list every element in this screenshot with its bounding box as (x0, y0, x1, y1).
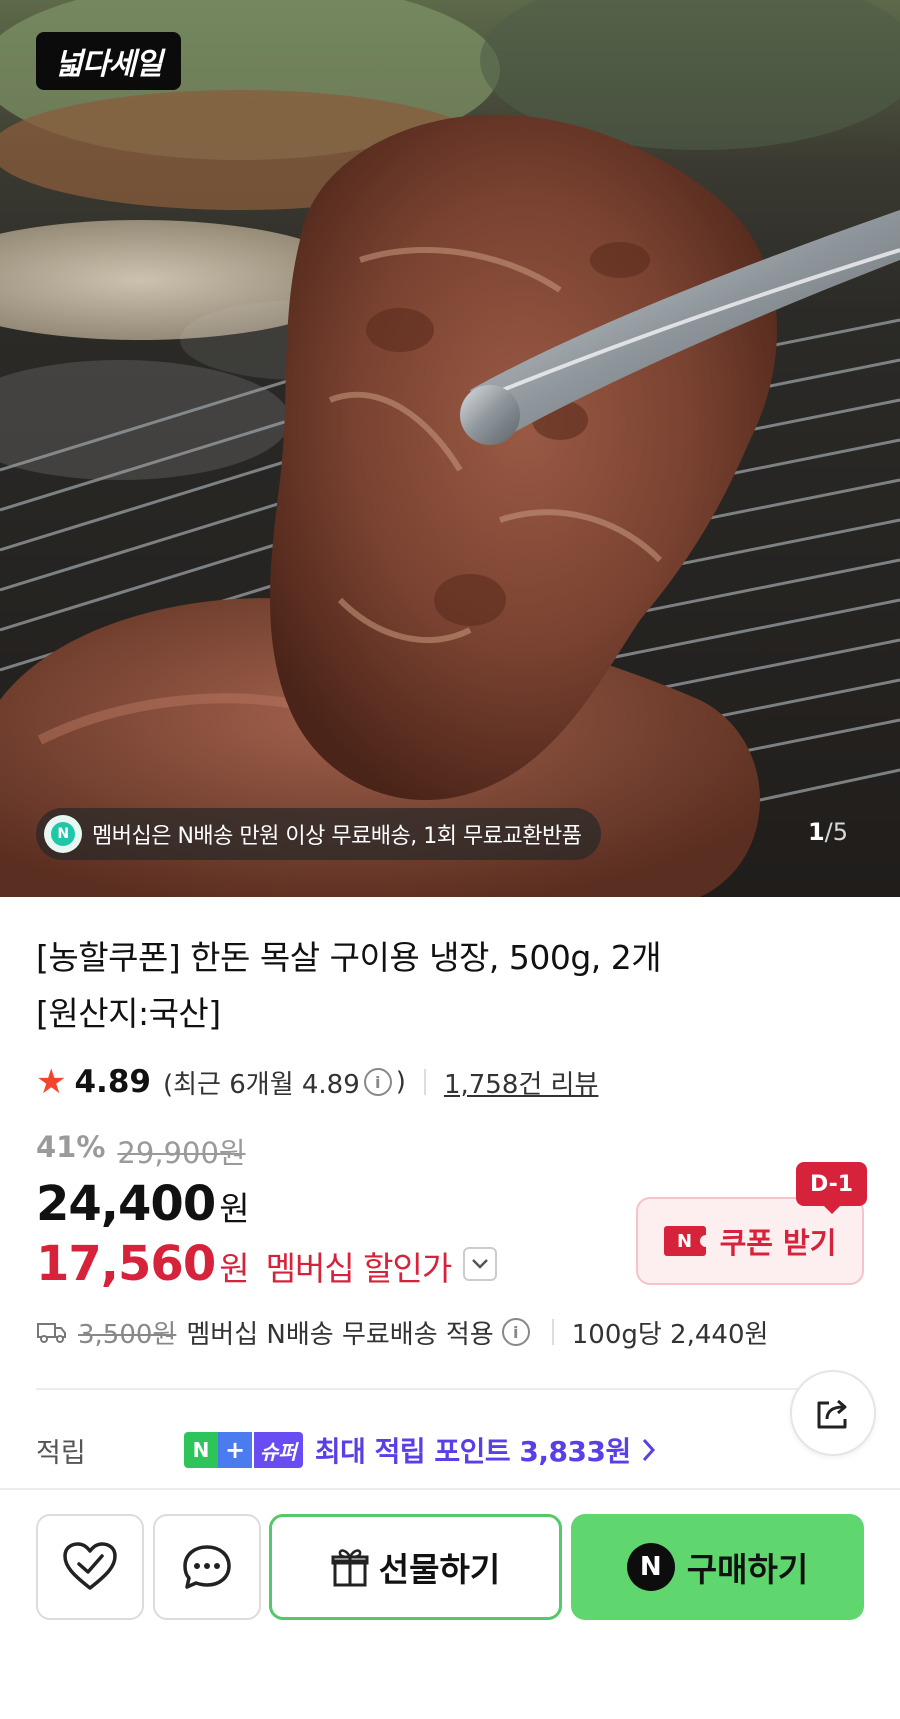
chevron-down-icon[interactable] (463, 1247, 498, 1281)
naver-n-icon: N (44, 815, 82, 853)
wishlist-button[interactable] (36, 1514, 144, 1620)
promo-text: 멤버십은 N배송 만원 이상 무료배송, 1회 무료교환반품 (92, 824, 582, 849)
pager-total: /5 (824, 818, 848, 846)
super-chip: 슈퍼 (254, 1432, 303, 1468)
rating-value: 4.89 (74, 1064, 151, 1100)
pager-current: 1 (807, 818, 825, 846)
product-image-carousel[interactable]: 넓다세일 N 멤버십은 N배송 만원 이상 무료배송, 1회 무료교환반품 1/… (0, 0, 900, 897)
grilled-pork-photo (0, 0, 900, 897)
brand-sale-badge: 넓다세일 (36, 32, 181, 90)
discount-row: 41% 29,900원 (36, 1130, 246, 1172)
sale-price: 24,400 원 (36, 1176, 250, 1232)
divider (551, 1319, 554, 1345)
gift-button[interactable]: 선물하기 (269, 1514, 562, 1620)
membership-promo-banner[interactable]: N 멤버십은 N배송 만원 이상 무료배송, 1회 무료교환반품 (36, 808, 602, 860)
shipping-info-icon[interactable]: i (501, 1318, 530, 1346)
shipping-text: 멤버십 N배송 무료배송 적용 (186, 1319, 494, 1350)
sale-price-value: 24,400 (36, 1176, 216, 1232)
original-price: 29,900원 (117, 1136, 246, 1170)
unit-price: 100g당 2,440원 (571, 1319, 769, 1350)
gift-icon (331, 1549, 369, 1587)
share-icon (817, 1399, 847, 1429)
dday-badge: D-1 (796, 1162, 868, 1214)
product-title-line1: [농할쿠폰] 한돈 목살 구이용 냉장, 500g, 2개 (36, 938, 662, 977)
plus-chip: + (218, 1432, 252, 1468)
chat-icon (183, 1545, 231, 1589)
chat-button[interactable] (153, 1514, 261, 1620)
shipping-row: 3,500원 멤버십 N배송 무료배송 적용 i 100g당 2,440원 (36, 1312, 768, 1352)
info-icon[interactable]: i (363, 1068, 392, 1096)
gift-button-label: 선물하기 (378, 1550, 501, 1589)
sale-price-unit: 원 (219, 1189, 250, 1228)
truck-icon (37, 1323, 66, 1343)
bottom-action-bar: 선물하기 N 구매하기 (0, 1490, 900, 1719)
recent-rating-text: (최근 6개월 4.89 (162, 1069, 360, 1100)
naver-pay-icon: N (626, 1543, 675, 1591)
coupon-ticket-icon: N (663, 1226, 712, 1256)
discount-percent: 41% (36, 1130, 106, 1164)
star-icon: ★ (36, 1062, 67, 1102)
max-points-text: 최대 적립 포인트 3,833원 (314, 1435, 631, 1468)
points-row[interactable]: 적립 N + 슈퍼 최대 적립 포인트 3,833원 (36, 1428, 864, 1472)
image-pager: 1/5 (808, 818, 848, 846)
rating-row: ★ 4.89 (최근 6개월 4.89 i ) 1,758건 리뷰 (36, 1062, 598, 1102)
member-price-value: 17,560 (36, 1236, 216, 1292)
chevron-right-icon (642, 1438, 655, 1462)
review-count-link[interactable]: 1,758건 리뷰 (444, 1064, 598, 1101)
member-price: 17,560 원 멤버십 할인가 (36, 1236, 498, 1292)
recent-rating-close: ) (395, 1067, 406, 1097)
naver-n-chip: N (184, 1432, 218, 1468)
member-price-label: 멤버십 할인가 (265, 1249, 453, 1288)
product-title: [농할쿠폰] 한돈 목살 구이용 냉장, 500g, 2개 [원산지:국산] (36, 930, 796, 1042)
coupon-button-label: 쿠폰 받기 (719, 1226, 837, 1260)
heart-check-icon (63, 1542, 117, 1590)
product-title-line2: [원산지:국산] (36, 994, 221, 1033)
points-label: 적립 (36, 1437, 86, 1469)
member-price-unit: 원 (219, 1249, 250, 1288)
shipping-fee-original: 3,500원 (78, 1319, 177, 1350)
buy-button-label: 구매하기 (686, 1550, 809, 1589)
buy-button[interactable]: N 구매하기 (571, 1514, 864, 1620)
divider (36, 1388, 864, 1390)
divider (423, 1069, 426, 1095)
